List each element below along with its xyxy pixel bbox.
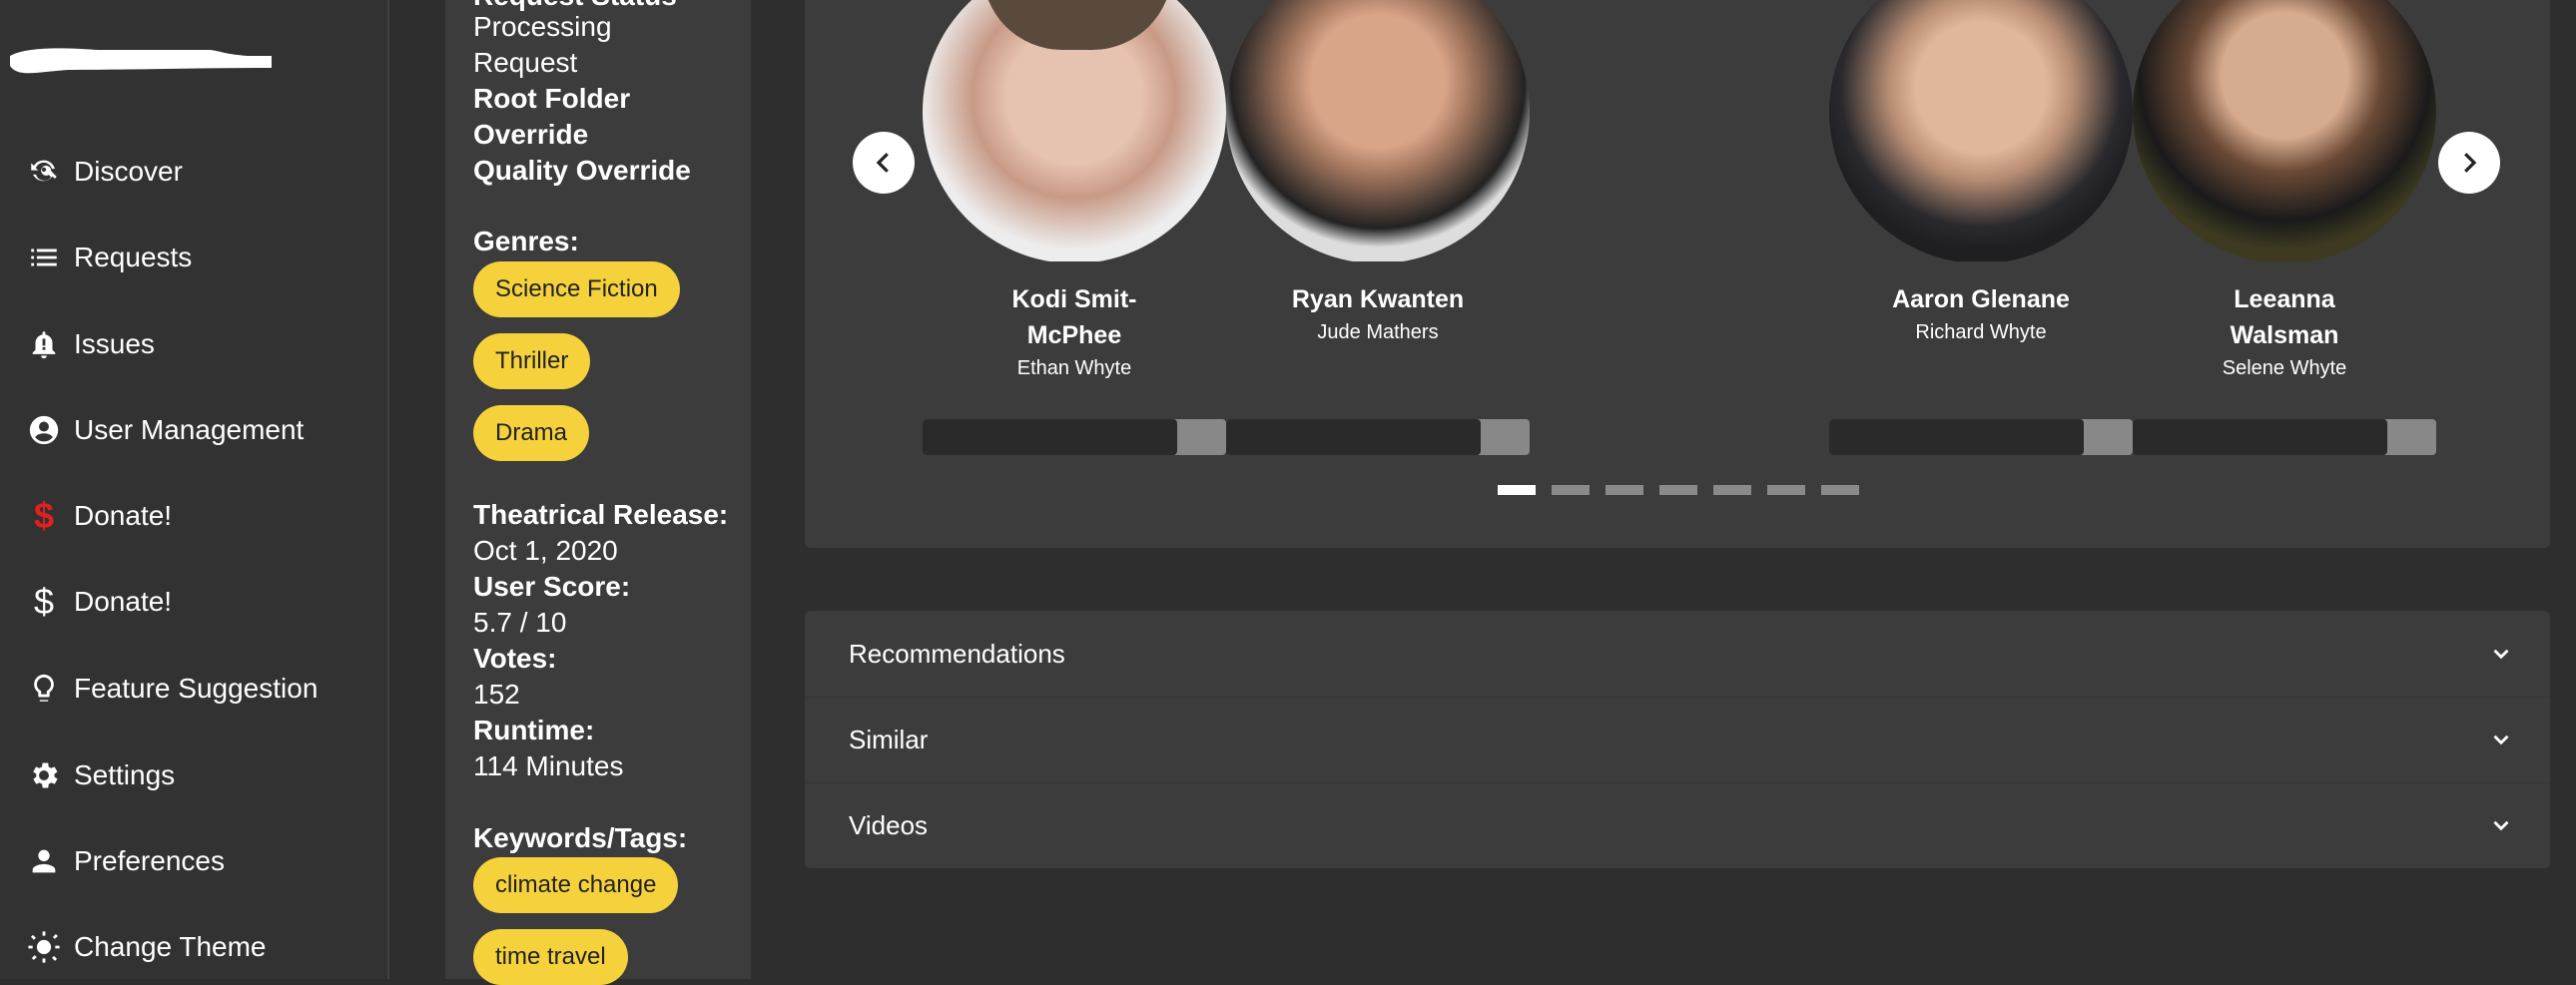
cast-bar-fill [1829, 419, 2085, 455]
sidebar-item-change-theme[interactable]: Change Theme [24, 917, 267, 977]
accordion-recommendations[interactable]: Recommendations [805, 611, 2550, 698]
request-status-value-line1: Processing [473, 11, 612, 42]
sidebar-item-label: Donate! [74, 586, 173, 617]
discover-icon [24, 152, 64, 192]
sidebar-item-label: Discover [74, 156, 183, 187]
cast-photo [923, 0, 1226, 261]
carousel-dot[interactable] [1498, 485, 1536, 495]
chevron-down-icon [2493, 735, 2509, 745]
theatrical-release-value: Oct 1, 2020 [473, 535, 618, 566]
chevron-right-icon [2464, 153, 2477, 173]
media-info-panel: Request Status Processing Request Root F… [445, 0, 751, 985]
keyword-tag[interactable]: climate change [473, 857, 679, 913]
list-icon [24, 238, 64, 277]
sidebar-item-label: User Management [74, 414, 305, 445]
cast-bar-fill [923, 419, 1178, 455]
cast-bar [2133, 419, 2436, 455]
cast-bar [923, 419, 1226, 455]
account-circle-icon [24, 410, 64, 450]
votes-label: Votes: [473, 643, 557, 674]
user-score-value: 5.7 / 10 [473, 607, 567, 638]
cast-name-line1: Ryan Kwanten [1291, 285, 1465, 313]
sidebar-item-label: Issues [74, 328, 155, 359]
carousel-dot[interactable] [1606, 485, 1643, 495]
sidebar-item-donate-red[interactable]: $ Donate! [24, 486, 172, 546]
chevron-down-icon [2493, 649, 2509, 660]
sidebar-item-user-management[interactable]: User Management [24, 400, 304, 460]
lightbulb-icon [24, 669, 64, 709]
runtime-value: 114 Minutes [473, 750, 624, 781]
sidebar-item-settings[interactable]: Settings [24, 745, 175, 805]
carousel-pagination [1498, 485, 1859, 495]
accordion-label: Recommendations [849, 638, 1065, 669]
user-score-label: User Score: [473, 571, 631, 602]
sidebar-item-feature-suggestion[interactable]: Feature Suggestion [24, 659, 318, 719]
brightness-icon [24, 927, 64, 967]
bell-icon [24, 324, 64, 364]
request-status-value-line2: Request [473, 47, 578, 78]
person-icon [24, 841, 64, 881]
cast-bar-fill [2133, 419, 2388, 455]
genre-tag[interactable]: Drama [473, 405, 590, 461]
sidebar-item-label: Feature Suggestion [74, 673, 319, 704]
carousel-dot[interactable] [1659, 485, 1697, 495]
cast-role: Richard Whyte [1915, 321, 2047, 343]
sidebar-item-donate[interactable]: $ Donate! [24, 572, 172, 632]
carousel-next-button[interactable] [2438, 132, 2500, 194]
genre-tag[interactable]: Science Fiction [473, 261, 680, 317]
sidebar-item-discover[interactable]: Discover [24, 142, 183, 202]
root-folder-line2: Override [473, 119, 589, 150]
genres-label: Genres: [473, 226, 579, 256]
accordion-group: Recommendations Similar Videos [805, 611, 2550, 868]
gear-icon [24, 755, 64, 795]
sidebar-item-label: Settings [74, 759, 176, 790]
cast-role: Ethan Whyte [1016, 357, 1132, 379]
accordion-similar[interactable]: Similar [805, 697, 2550, 783]
sidebar-item-requests[interactable]: Requests [24, 228, 192, 287]
dollar-icon: $ [33, 581, 55, 622]
carousel-dot[interactable] [1821, 485, 1859, 495]
cast-photo [1226, 0, 1530, 261]
carousel-dot[interactable] [1552, 485, 1590, 495]
cast-role: Selene Whyte [2222, 357, 2347, 379]
keyword-tag[interactable]: time travel [473, 929, 628, 985]
logo-redacted [10, 48, 272, 74]
accordion-videos[interactable]: Videos [805, 782, 2550, 868]
votes-value: 152 [473, 679, 520, 710]
chevron-down-icon [2493, 820, 2509, 831]
sidebar-item-issues[interactable]: Issues [24, 314, 155, 374]
chevron-left-icon [876, 153, 889, 173]
keywords-label: Keywords/Tags: [473, 822, 688, 853]
dollar-icon: $ [33, 495, 55, 536]
cast-bar [1829, 419, 2133, 455]
cast-name-line2: McPhee [1026, 321, 1122, 349]
sidebar-item-label: Change Theme [74, 931, 267, 962]
sidebar-item-preferences[interactable]: Preferences [24, 831, 225, 891]
theatrical-release-label: Theatrical Release: [473, 499, 729, 530]
cast-role: Jude Mathers [1317, 321, 1439, 343]
sidebar: Discover Requests Issues User Management… [0, 0, 389, 979]
carousel-prev-button[interactable] [853, 132, 915, 194]
carousel-dot[interactable] [1767, 485, 1805, 495]
quality-override: Quality Override [473, 155, 691, 186]
sidebar-item-label: Preferences [74, 845, 225, 876]
sidebar-item-label: Donate! [74, 500, 173, 531]
root-folder-line1: Root Folder [473, 83, 631, 114]
cast-bar-fill [1226, 419, 1482, 455]
accordion-label: Videos [849, 809, 929, 840]
cast-bar [1226, 419, 1530, 455]
cast-name-line1: Leeanna [2234, 285, 2335, 313]
cast-name-line1: Aaron Glenane [1892, 285, 2070, 313]
genre-tag[interactable]: Thriller [473, 333, 591, 389]
cast-name-line2: Walsman [2230, 321, 2339, 349]
cast-name-line1: Kodi Smit- [1011, 285, 1137, 313]
runtime-label: Runtime: [473, 715, 595, 745]
cast-carousel: Kodi Smit- McPhee Ethan Whyte Ryan Kwant… [805, 0, 2550, 548]
sidebar-item-label: Requests [74, 242, 193, 272]
cast-photo [2133, 0, 2436, 261]
cast-photo [1829, 0, 2133, 261]
accordion-label: Similar [849, 724, 929, 754]
carousel-dot[interactable] [1713, 485, 1751, 495]
